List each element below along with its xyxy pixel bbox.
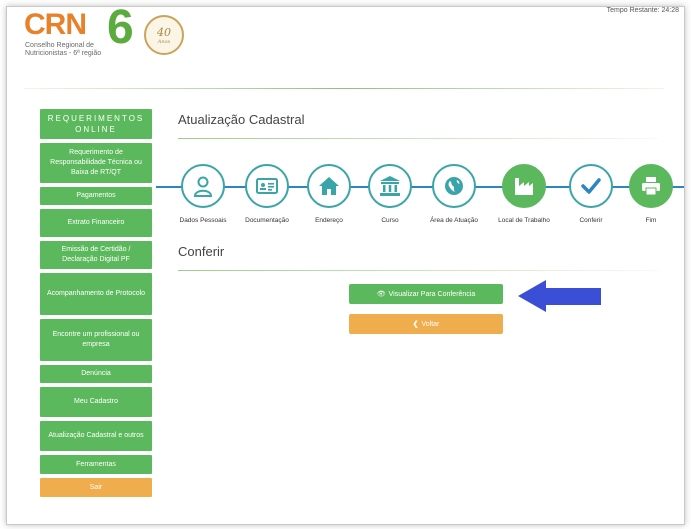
step-curso[interactable] [368, 164, 412, 208]
sidebar-item-extrato[interactable]: Extrato Financeiro [40, 209, 152, 237]
session-timer: Tempo Restante: 24:28 [606, 7, 679, 14]
title-divider [178, 138, 658, 139]
institution-icon [380, 176, 400, 196]
sidebar-item-rt[interactable]: Requerimento de Responsabilidade Técnica… [40, 143, 152, 183]
sidebar-item-protocolo[interactable]: Acompanhamento de Protocolo [40, 273, 152, 315]
chevron-left-icon: ❮ [412, 321, 419, 328]
step-area-atuacao[interactable] [432, 164, 476, 208]
seal-subtitle: Anos [157, 38, 171, 45]
industry-icon [515, 178, 533, 195]
back-button[interactable]: ❮ Voltar [349, 314, 503, 334]
step-label-local-trabalho: Local de Trabalho [498, 217, 550, 224]
anniversary-seal: 40 Anos [144, 15, 184, 55]
step-local-trabalho[interactable] [502, 164, 546, 208]
section-title: Conferir [178, 244, 225, 259]
sidebar-item-ferramentas[interactable]: Ferramentas [40, 455, 152, 474]
sidebar-item-denuncia[interactable]: Denúncia [40, 365, 152, 383]
logout-button[interactable]: Sair [40, 478, 152, 497]
logo-text: CRN [24, 8, 87, 41]
sidebar-title: REQUERIMENTOS ONLINE [40, 109, 152, 139]
step-label-documentacao: Documentação [245, 217, 289, 224]
step-label-fim: Fim [645, 217, 657, 224]
id-card-icon [256, 178, 278, 194]
header-divider [24, 88, 664, 89]
step-documentacao[interactable] [245, 164, 289, 208]
sidebar-item-cadastro[interactable]: Meu Cadastro [40, 387, 152, 417]
sidebar-item-certidao[interactable]: Emissão de Certidão / Declaração Digital… [40, 241, 152, 269]
step-label-dados-pessoais: Dados Pessoais [179, 217, 227, 224]
seal-number: 40 [157, 25, 171, 39]
sidebar-item-encontre[interactable]: Encontre um profissional ou empresa [40, 319, 152, 361]
view-button-label: Visualizar Para Conferência [388, 290, 476, 298]
home-icon [319, 177, 339, 195]
step-endereco[interactable] [307, 164, 351, 208]
sidebar-item-pagamentos[interactable]: Pagamentos [40, 187, 152, 205]
step-label-curso: Curso [381, 217, 399, 224]
section-divider [178, 270, 658, 271]
globe-icon [445, 177, 463, 195]
crn6-logo[interactable]: CRN 6 Conselho Regional de Nutricionista… [24, 4, 194, 66]
print-icon [642, 177, 660, 196]
sidebar-item-atualizacao[interactable]: Atualização Cadastral e outros [40, 421, 152, 451]
step-label-endereco: Endereço [315, 217, 343, 224]
eye-icon: 👁 [376, 291, 386, 298]
step-label-area-atuacao: Área de Atuação [429, 217, 479, 224]
view-for-review-button[interactable]: 👁 Visualizar Para Conferência [349, 284, 503, 304]
person-icon [193, 176, 213, 197]
step-conferir[interactable] [569, 164, 613, 208]
logo-subtitle: Conselho Regional de Nutricionistas - 6ª… [25, 42, 102, 57]
page-title: Atualização Cadastral [178, 112, 305, 127]
step-dados-pessoais[interactable] [181, 164, 225, 208]
back-button-label: Voltar [421, 320, 440, 328]
sidebar: REQUERIMENTOS ONLINE Requerimento de Res… [40, 109, 152, 501]
step-fim[interactable] [629, 164, 673, 208]
pointer-arrow-icon [518, 280, 601, 312]
check-icon [581, 178, 601, 194]
